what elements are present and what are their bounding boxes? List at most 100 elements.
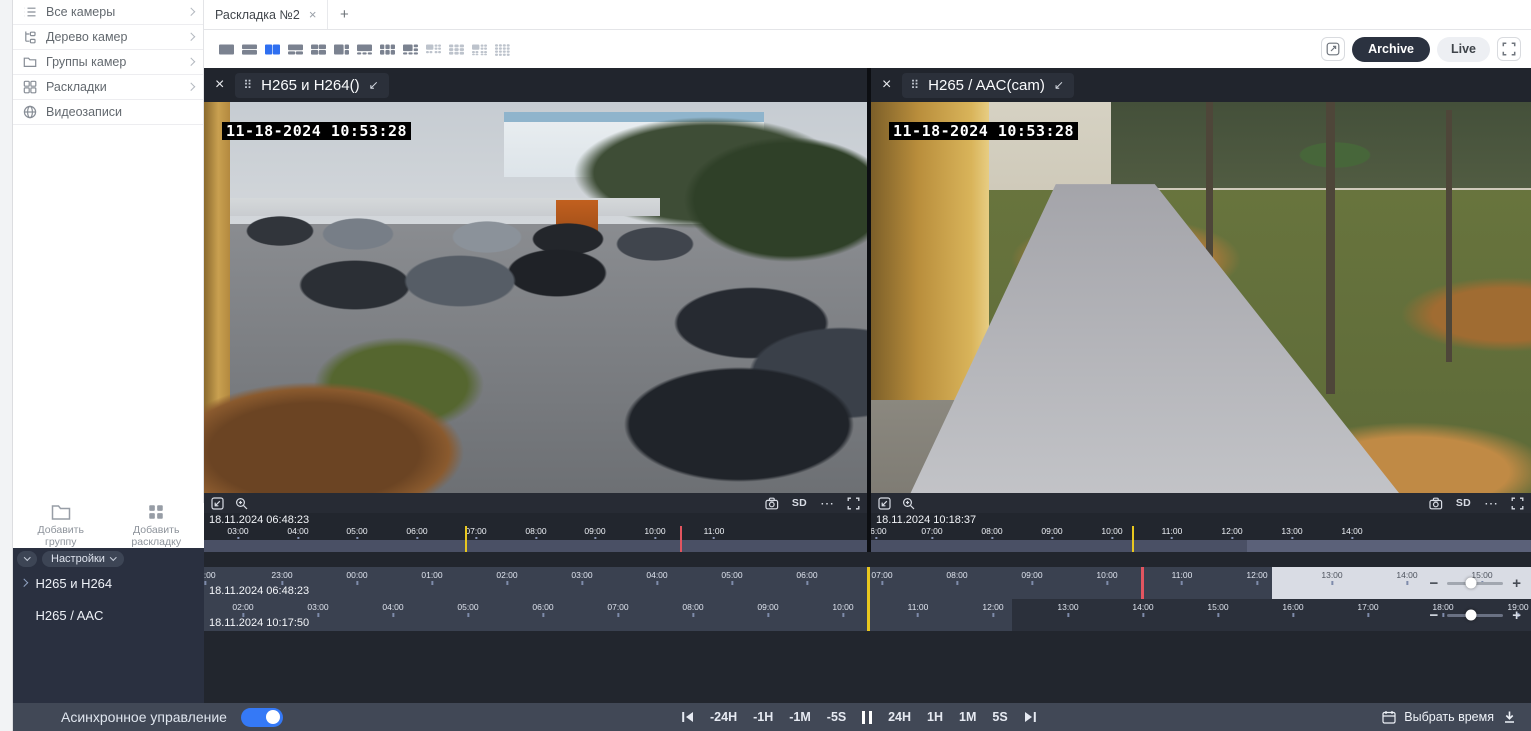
zoom-in-button[interactable]: + [1512,576,1521,591]
sidebar-item-label: Дерево камер [46,30,127,44]
zoom-slider[interactable] [1447,614,1503,617]
add-group-folder-icon [51,503,71,521]
event-marker [1141,567,1144,599]
recordings-icon [23,105,37,119]
skip-back-icon[interactable] [681,711,694,723]
add-layout-button[interactable]: Добавить раскладку [112,503,200,549]
step-fwd-24h-button[interactable]: 24H [888,710,911,724]
layout-1-big-7-small[interactable] [425,43,442,56]
layout-1-big-5-small[interactable] [402,43,419,56]
popout-button[interactable] [1321,37,1345,61]
sidebar-item-label: Группы камер [46,55,126,69]
zoom-slider-knob[interactable] [1465,610,1476,621]
sidebar-item-layouts[interactable]: Раскладки [13,75,203,100]
zoom-slider-knob[interactable] [1465,578,1476,589]
quality-badge[interactable]: SD [792,497,807,509]
fit-frame-icon[interactable] [878,497,891,510]
layout-1-big-8-small[interactable] [471,43,488,56]
layout-1-left-2-right[interactable] [333,43,350,56]
layout-3x2[interactable] [379,43,396,56]
zoom-out-button[interactable]: − [1429,608,1438,623]
layout-2x2[interactable] [310,43,327,56]
camera-timeline-band[interactable] [204,540,867,552]
timeline-tick: 07:00 [921,526,942,539]
sidebar-item-all-cameras[interactable]: Все камеры [13,0,203,25]
sidebar-item-recordings[interactable]: Видеозаписи [13,100,203,125]
select-time-button[interactable]: Выбрать время [1382,703,1517,731]
skip-forward-icon[interactable] [1024,711,1037,723]
popout-icon [1326,42,1340,56]
snapshot-icon[interactable] [765,497,779,510]
close-icon[interactable]: × [882,77,891,93]
archive-mode-button[interactable]: Archive [1352,37,1430,62]
playhead-marker[interactable] [867,599,870,631]
sidebar-actions: Добавить группу Добавить раскладку [13,503,204,548]
playhead-marker[interactable] [1132,526,1134,552]
step-fwd-1m-button[interactable]: 1M [959,710,976,724]
timeline-tick: 04:00 [646,570,667,585]
step-fwd-1h-button[interactable]: 1H [927,710,943,724]
zoom-out-button[interactable]: − [1429,576,1438,591]
quality-badge[interactable]: SD [1456,497,1471,509]
layout-4x4[interactable] [494,43,511,56]
tab-layout-2[interactable]: Раскладка №2 × [204,0,328,29]
drag-handle-icon[interactable]: ⠿ [910,79,919,91]
fullscreen-button[interactable] [1497,37,1521,61]
timeline-tick: 07:00 [465,526,486,539]
timeline-tick: 11:00 [704,526,725,539]
playback-bar: Асинхронное управление -24H -1H -1M -5S … [13,703,1531,731]
camera-video[interactable]: 11-18-2024 10:53:28 [204,102,867,493]
step-back-24h-button[interactable]: -24H [710,710,737,724]
zoom-slider[interactable] [1447,582,1503,585]
sidebar-item-camera-groups[interactable]: Группы камер [13,50,203,75]
settings-button[interactable]: Настройки [42,551,124,567]
sidebar-item-camera-tree[interactable]: Дерево камер [13,25,203,50]
drag-handle-icon[interactable]: ⠿ [243,79,252,91]
camera-timeline: 18.11.2024 10:18:37 06:0007:0008:0009:00… [871,513,1531,552]
async-toggle[interactable] [241,708,283,727]
fullscreen-icon [1502,42,1516,56]
layout-single[interactable] [218,43,235,56]
zoom-in-button[interactable]: + [1512,608,1521,623]
fit-frame-icon[interactable] [211,497,224,510]
timeline-row-camera-2[interactable]: 02:0003:0004:0005:0006:0007:0008:0009:00… [204,599,1531,631]
zoom-in-icon[interactable] [902,497,915,510]
tab-close-icon[interactable]: × [309,8,317,21]
step-back-1h-button[interactable]: -1H [753,710,773,724]
camera-list-item-1[interactable]: H265 и H264 [13,567,204,599]
step-fwd-5s-button[interactable]: 5S [992,710,1007,724]
fullscreen-icon[interactable] [847,497,860,510]
close-icon[interactable]: × [215,77,224,93]
toolbar-right: Archive Live [1321,37,1521,62]
collapse-icon[interactable]: ↙ [369,79,379,91]
layout-2-cols-active[interactable] [264,43,281,56]
layout-1-top-3-bottom[interactable] [356,43,373,56]
download-icon[interactable] [1502,710,1517,724]
fullscreen-icon[interactable] [1511,497,1524,510]
camera-controls-right: SD ⋯ [765,497,860,510]
layout-1-top-2-bottom[interactable] [287,43,304,56]
add-group-label-line1: Добавить [17,524,105,536]
camera-video[interactable]: 11-18-2024 10:53:28 [871,102,1531,493]
playhead-marker[interactable] [867,567,870,599]
playhead-marker[interactable] [465,526,467,552]
new-tab-button[interactable]: + [328,0,360,29]
live-mode-button[interactable]: Live [1437,37,1490,62]
snapshot-icon[interactable] [1429,497,1443,510]
camera-list-item-2[interactable]: H265 / AAC [13,599,204,631]
camera-timeline-ticks: 03:0004:0005:0006:0007:0008:0009:0010:00… [204,526,867,539]
add-layout-label-line2: раскладку [112,536,200,548]
collapse-icon[interactable]: ↙ [1054,79,1064,91]
timeline-zoom-control: − + [1429,599,1521,631]
pause-button[interactable] [862,711,872,724]
add-group-button[interactable]: Добавить группу [17,503,105,549]
step-back-1m-button[interactable]: -1M [789,710,811,724]
timeline-panel-header: Настройки [13,548,204,567]
step-back-5s-button[interactable]: -5S [827,710,846,724]
collapse-panel-button[interactable] [17,551,37,567]
layout-2-rows[interactable] [241,43,258,56]
zoom-in-icon[interactable] [235,497,248,510]
layout-3x3[interactable] [448,43,465,56]
timeline-tick: 09:00 [1041,526,1062,539]
timeline-row-camera-1[interactable]: 22:0023:0000:0001:0002:0003:0004:0005:00… [204,567,1531,599]
